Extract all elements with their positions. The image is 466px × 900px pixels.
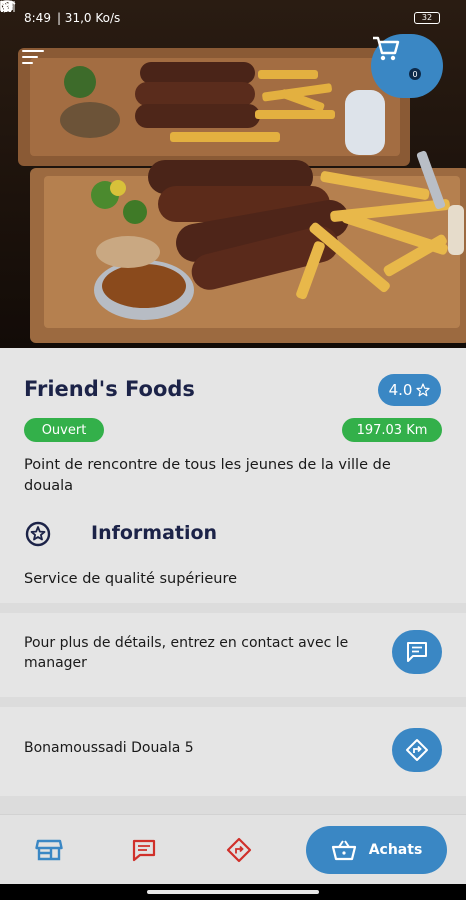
restaurant-name: Friend's Foods — [24, 377, 195, 401]
message-icon — [407, 642, 427, 662]
address-text: Bonamoussadi Douala 5 — [24, 740, 194, 756]
rating-value: 4.0 — [388, 381, 413, 399]
store-icon — [35, 839, 63, 861]
star-badge-icon — [25, 521, 51, 547]
system-nav-area — [0, 884, 466, 900]
divider — [0, 796, 466, 814]
star-icon — [416, 383, 431, 397]
contact-text: Pour plus de détails, entrez en contact … — [24, 635, 349, 671]
rating-badge: 4.0 — [378, 374, 441, 406]
home-indicator[interactable] — [147, 890, 319, 894]
divider — [0, 697, 466, 707]
battery-level: 32 — [421, 13, 433, 22]
achats-label: Achats — [368, 842, 423, 858]
menu-icon[interactable] — [22, 50, 46, 70]
battery-icon: 32 — [414, 12, 440, 24]
contact-manager-button[interactable] — [392, 630, 442, 674]
status-bar: 8:49 | 31,0 Ko/s 32 — [0, 0, 466, 36]
information-heading: Information — [91, 522, 218, 544]
status-time: 8:49 — [24, 11, 51, 25]
nav-store[interactable] — [34, 835, 64, 865]
nav-directions[interactable] — [224, 835, 254, 865]
status-badge: Ouvert — [24, 418, 104, 442]
divider — [0, 603, 466, 613]
distance-badge: 197.03 Km — [342, 418, 442, 442]
cart-button[interactable]: 0 — [371, 34, 443, 98]
achats-button[interactable]: Achats — [306, 826, 447, 874]
hero-food-image: 8:49 | 31,0 Ko/s 32 0 — [0, 0, 466, 348]
bottom-navigation: Achats — [0, 814, 466, 884]
cart-icon — [373, 36, 400, 61]
directions-icon — [226, 837, 252, 863]
restaurant-description: Point de rencontre de tous les jeunes de… — [24, 457, 391, 494]
directions-icon — [406, 739, 428, 761]
wifi-icon — [0, 0, 16, 12]
status-network-speed: | 31,0 Ko/s — [56, 11, 121, 25]
cart-count-badge: 0 — [409, 68, 421, 80]
directions-button[interactable] — [392, 728, 442, 772]
nav-messages[interactable] — [129, 835, 159, 865]
message-icon — [132, 839, 156, 862]
basket-icon — [331, 840, 356, 861]
service-text: Service de qualité supérieure — [24, 571, 238, 587]
